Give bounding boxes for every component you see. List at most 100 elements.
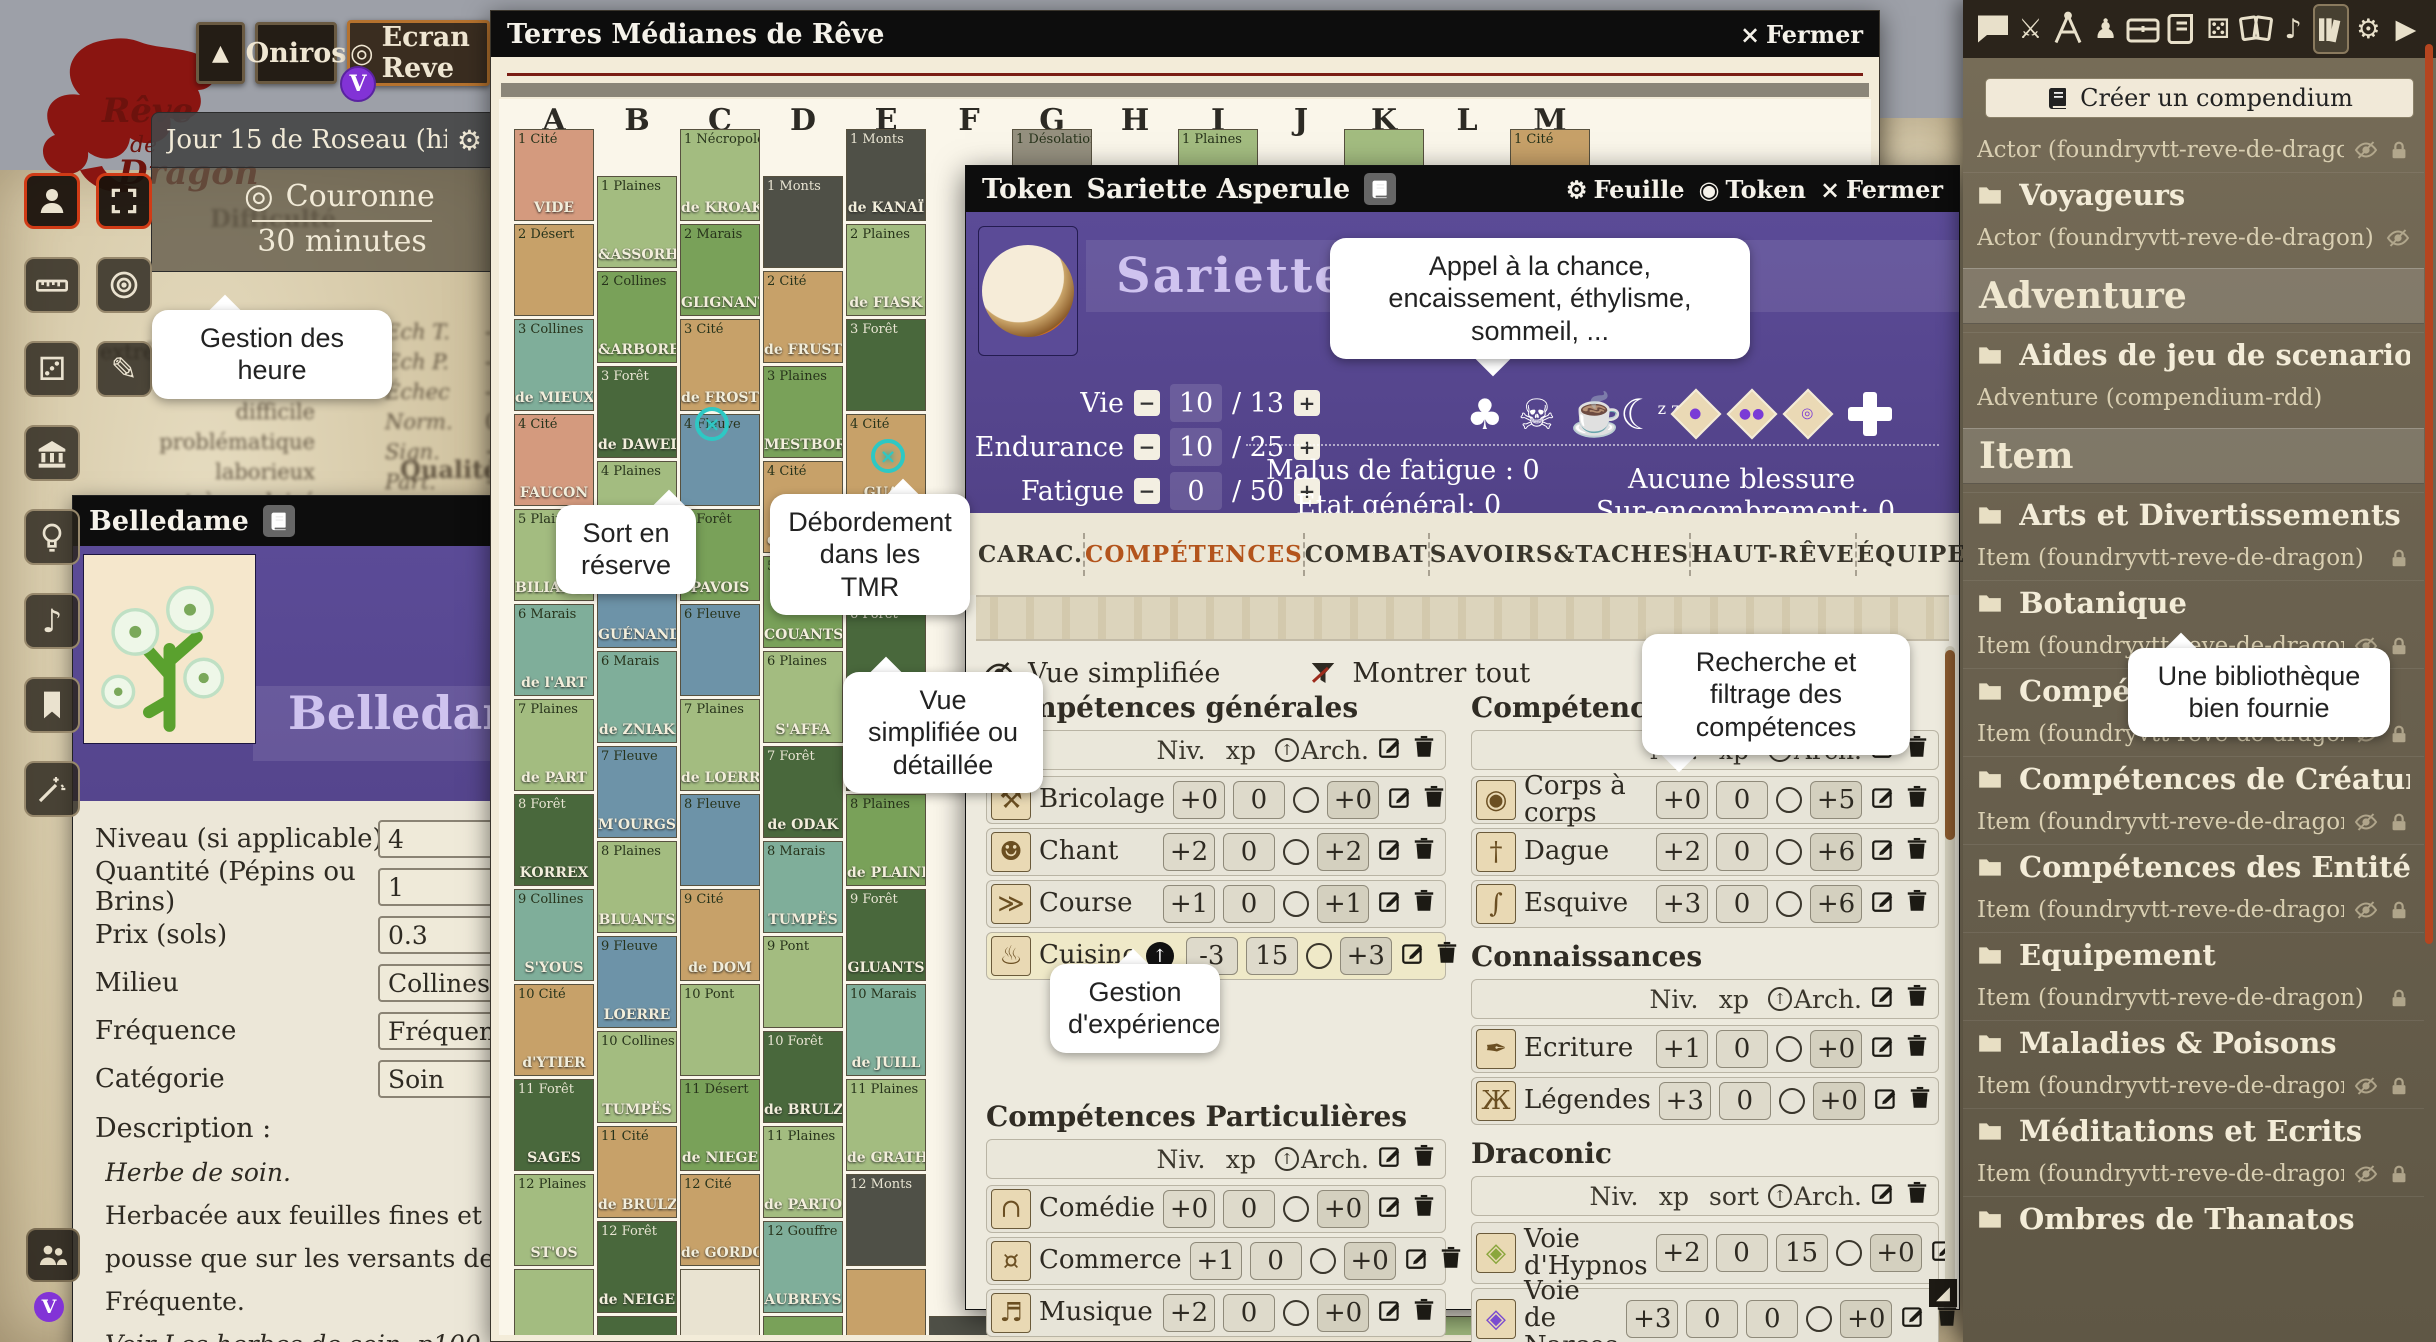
- compendium-pack[interactable]: Item (foundryvtt-reve-de-dragon): [1963, 976, 2424, 1020]
- archive-radio[interactable]: [1776, 891, 1802, 917]
- item-window-titlebar[interactable]: Belledame: [73, 496, 492, 546]
- edit-skill-icon[interactable]: [1377, 1297, 1403, 1330]
- tmr-cell[interactable]: [514, 1269, 594, 1335]
- tmr-cell[interactable]: 2 Plainesde FIASK: [846, 224, 926, 316]
- tmr-cell[interactable]: 7 Plainesde PART: [514, 699, 594, 791]
- compendium-folder[interactable]: Maladies & Poisons: [1963, 1020, 2424, 1064]
- archive-radio[interactable]: [1310, 1248, 1336, 1274]
- measure-tool[interactable]: [24, 257, 80, 313]
- stat-value[interactable]: 10: [1170, 428, 1222, 466]
- skill-niveau-value[interactable]: +0: [1173, 781, 1225, 819]
- skill-row-bricolage[interactable]: ⚒Bricolage+00+0: [986, 776, 1446, 824]
- tmr-cell[interactable]: 4 CitéFAUCON: [514, 414, 594, 506]
- gear-icon[interactable]: ⚙: [457, 124, 482, 157]
- skill-name[interactable]: Bricolage: [1039, 786, 1165, 813]
- skill-niveau-value[interactable]: +0: [1656, 781, 1708, 819]
- actors-tab-icon[interactable]: ♟: [2088, 7, 2124, 51]
- actor-name-link[interactable]: Sariette Asperule: [1087, 174, 1351, 205]
- eye-slash-icon[interactable]: [2354, 1162, 2378, 1186]
- compendium-source-icon[interactable]: [1364, 173, 1396, 205]
- skill-name[interactable]: Course: [1039, 890, 1155, 917]
- eye-slash-icon[interactable]: [2386, 226, 2410, 250]
- compendium-folder[interactable]: Equipement: [1963, 932, 2424, 976]
- skill-row-voie-d-hypnos[interactable]: ◈Voie d'Hypnos+2015+0: [1471, 1222, 1939, 1284]
- items-tab-icon[interactable]: [2125, 7, 2161, 51]
- skill-niveau-value[interactable]: +2: [1656, 1234, 1708, 1272]
- ethylisme-icon[interactable]: ☕: [1570, 390, 1622, 439]
- tmr-cell[interactable]: 1 Nécropolede KROAK: [680, 129, 760, 221]
- sort-en-reserve-marker[interactable]: ×: [695, 407, 729, 441]
- edit-skill-icon[interactable]: [1387, 784, 1413, 817]
- tmr-cell[interactable]: 10 Pont: [680, 984, 760, 1076]
- stat-minus-button[interactable]: −: [1134, 434, 1160, 460]
- tab-combat[interactable]: COMBAT: [1305, 533, 1430, 576]
- archive-up-icon[interactable]: ↑: [1275, 738, 1299, 762]
- delete-skill-icon[interactable]: [1411, 888, 1437, 921]
- tmr-cell[interactable]: 1 CitéVIDE: [514, 129, 594, 221]
- lock-icon[interactable]: [2388, 635, 2410, 657]
- bulk-edit-icon[interactable]: [1870, 1180, 1896, 1213]
- token-select-tool[interactable]: [24, 173, 80, 229]
- lock-icon[interactable]: [2388, 987, 2410, 1009]
- cards-tab-icon[interactable]: [2238, 7, 2274, 51]
- skill-niveau-value[interactable]: +3: [1659, 1082, 1711, 1120]
- compendium-pack[interactable]: Item (foundryvtt-reve-de-dragon): [1963, 1152, 2424, 1196]
- compendium-pack[interactable]: Adventure (compendium-rdd): [1963, 376, 2424, 420]
- compendium-tab-icon[interactable]: [2313, 4, 2349, 54]
- skill-niveau-value[interactable]: +2: [1656, 833, 1708, 871]
- players-list-button[interactable]: [26, 1228, 80, 1282]
- skill-row-commerce[interactable]: ¤Commerce+10+0: [986, 1237, 1446, 1285]
- delete-skill-icon[interactable]: [1907, 1085, 1933, 1118]
- edit-skill-icon[interactable]: [1377, 836, 1403, 869]
- skill-name[interactable]: Ecriture: [1524, 1035, 1648, 1062]
- notes-tool[interactable]: ✎: [96, 341, 152, 397]
- compendium-pack[interactable]: Item (foundryvtt-reve-de-dragon): [1963, 800, 2424, 844]
- combat-tab-icon[interactable]: ⚔: [2013, 7, 2049, 51]
- journal-tab-icon[interactable]: [2163, 7, 2199, 51]
- sounds-tool[interactable]: ♪: [24, 593, 80, 649]
- delete-skill-icon[interactable]: [1438, 1245, 1464, 1278]
- skill-niveau-value[interactable]: +0: [1163, 1190, 1215, 1228]
- tmr-cell[interactable]: 1 Plaines&ASSORH: [597, 176, 677, 268]
- compendium-pack[interactable]: Item (foundryvtt-reve-de-dragon): [1963, 1064, 2424, 1108]
- delete-skill-icon[interactable]: [1411, 1193, 1437, 1226]
- compendium-folder[interactable]: Botanique: [1963, 580, 2424, 624]
- tmr-cell[interactable]: 6 Maraisde ZNIAK: [597, 651, 677, 743]
- edit-skill-icon[interactable]: [1870, 836, 1896, 869]
- delete-skill-icon[interactable]: [1904, 836, 1930, 869]
- bulk-delete-icon[interactable]: [1904, 1180, 1930, 1213]
- lock-icon[interactable]: [2388, 547, 2410, 569]
- actor-portrait[interactable]: [978, 226, 1078, 356]
- stat-value[interactable]: 10: [1170, 384, 1222, 422]
- lock-icon[interactable]: [2388, 723, 2410, 745]
- edit-skill-icon[interactable]: [1870, 888, 1896, 921]
- skill-row-légendes[interactable]: ЖLégendes+30+0: [1471, 1077, 1939, 1125]
- playlists-tab-icon[interactable]: ♪: [2275, 7, 2311, 51]
- sheet-config-button[interactable]: ⚙ Feuille: [1566, 175, 1685, 204]
- tmr-cell[interactable]: 12 PlainesST'OS: [514, 1174, 594, 1266]
- item-sheet-window-belledame[interactable]: Belledame Belledame Niveau (si applicabl…: [72, 495, 493, 1342]
- skill-name[interactable]: Corps à corps: [1524, 773, 1648, 828]
- skill-row-corps-à-corps[interactable]: ◉Corps à corps+00+5: [1471, 776, 1939, 824]
- tmr-cell[interactable]: 7 Forêtde ODAK: [763, 746, 843, 838]
- delete-skill-icon[interactable]: [1904, 888, 1930, 921]
- blessure-grave-icon[interactable]: ●●: [1727, 389, 1778, 440]
- tmr-cell[interactable]: 8 Plainesde PLAINE: [846, 794, 926, 886]
- tmr-cell[interactable]: 10 Forêtde BRULZ: [763, 1031, 843, 1123]
- oniros-button[interactable]: Oniros: [255, 22, 337, 84]
- skill-row-ecriture[interactable]: ✒Ecriture+10+0: [1471, 1025, 1939, 1073]
- tmr-cell[interactable]: 1 Monts: [763, 176, 843, 268]
- skill-xp-value[interactable]: 0: [1250, 1242, 1302, 1280]
- skill-name[interactable]: Dague: [1524, 838, 1648, 865]
- skill-row-comédie[interactable]: ∩Comédie+00+0: [986, 1185, 1446, 1233]
- settings-tab-icon[interactable]: ⚙: [2350, 7, 2386, 51]
- archive-up-icon[interactable]: ↑: [1768, 1184, 1792, 1208]
- archive-radio[interactable]: [1293, 787, 1319, 813]
- archive-radio[interactable]: [1283, 1196, 1309, 1222]
- skill-name[interactable]: Commerce: [1039, 1247, 1182, 1274]
- skill-niveau-value[interactable]: +3: [1626, 1300, 1678, 1338]
- encaissement-icon[interactable]: ☠: [1518, 390, 1556, 439]
- skill-name[interactable]: Chant: [1039, 838, 1155, 865]
- skill-name[interactable]: Musique: [1039, 1299, 1155, 1326]
- tmr-cell[interactable]: 3 Citéde FROST: [680, 319, 760, 411]
